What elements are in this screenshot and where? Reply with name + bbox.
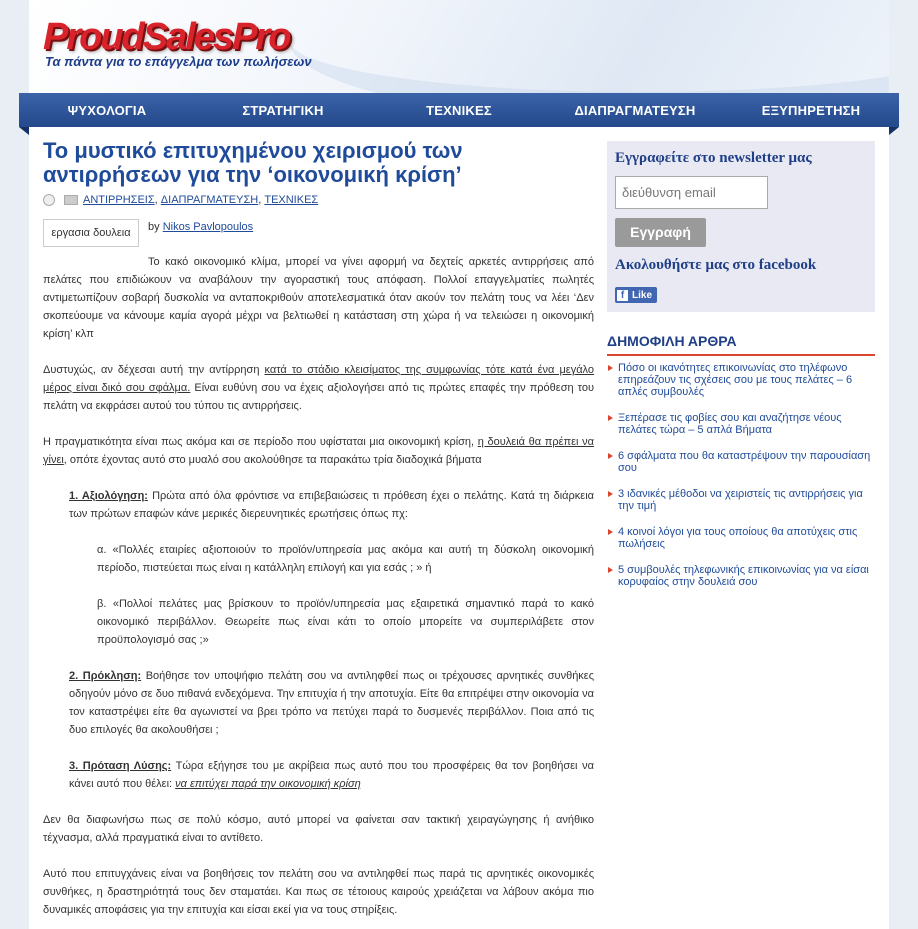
facebook-title: Ακολουθήστε μας στο facebook [615,257,817,273]
header-swoosh [289,0,889,93]
nav-item-psychology[interactable]: ΨΥΧΟΛΟΓΙΑ [19,103,195,118]
site-header: ProudSalesPro Τα πάντα για το επάγγελμα … [29,0,889,93]
paragraph-2: Δυστυχώς, αν δέχεσαι αυτή την αντίρρηση … [43,361,594,415]
popular-article-link[interactable]: 3 ιδανικές μέθοδοι να χειριστείς τις αντ… [607,488,875,512]
byline-prefix: by [148,221,160,233]
text: Βοήθησε τον υποψήφιο πελάτη σου να αντιλ… [69,670,595,736]
category-link-objections[interactable]: ΑΝΤΙΡΡΗΣΕΙΣ [83,194,155,206]
main-nav: ΨΥΧΟΛΟΓΙΑ ΣΤΡΑΤΗΓΙΚΗ ΤΕΧΝΙΚΕΣ ΔΙΑΠΡΑΓΜΑΤ… [19,93,899,135]
post-thumbnail: εργασια δουλεια [43,219,139,247]
author-link[interactable]: Nikos Pavlopoulos [163,221,254,233]
folder-icon [64,195,78,205]
step-challenge: 2. Πρόκληση: Βοήθησε τον υποψήφιο πελάτη… [69,667,594,739]
step-heading: 2. Πρόκληση: [69,670,142,682]
popular-article-link[interactable]: 4 κοινοί λόγοι για τους οποίους θα αποτύ… [607,526,875,550]
popular-article-link[interactable]: 5 συμβουλές τηλεφωνικής επικοινωνίας για… [607,564,875,588]
text: , οπότε έχοντας αυτό στο μυαλό σου ακολο… [63,454,482,466]
nav-fold-right [889,127,899,135]
category-link-negotiation[interactable]: ΔΙΑΠΡΑΓΜΑΤΕΥΣΗ [161,194,258,206]
paragraph-4: Δεν θα διαφωνήσω πως σε πολύ κόσμο, αυτό… [43,814,594,844]
post-title: Το μυστικό επιτυχημένου χειρισμού των αν… [43,138,463,187]
facebook-icon: f [617,289,628,301]
nav-fold-left [19,127,29,135]
step-heading: 3. Πρόταση Λύσης: [69,760,172,772]
text: Η πραγματικότητα είναι πως ακόμα και σε … [43,436,478,448]
facebook-like-button[interactable]: f Like [615,287,658,303]
newsletter-title: Εγγραφείτε στο newsletter μας [615,150,812,166]
popular-article-link[interactable]: Ξεπέρασε τις φοβίες σου και αναζήτησε νέ… [607,412,875,436]
text: Πρώτα από όλα φρόντισε να επιβεβαιώσεις … [69,490,594,520]
paragraph-5: Αυτό που επιτυγχάνεις είναι να βοηθήσεις… [43,868,594,916]
popular-articles-title: ΔΗΜΟΦΙΛΗ ΑΡΘΡΑ [607,333,875,356]
step-example-a: α. «Πολλές εταιρίες αξιοποιούν το προϊόν… [97,544,594,574]
step-heading: 1. Αξιολόγηση: [69,490,148,502]
site-tagline: Τα πάντα για το επάγγελμα των πωλήσεων [45,54,312,69]
underlined-text: να επιτύχει παρά την οικονομική κρίση [175,778,361,790]
popular-article-link[interactable]: 6 σφάλματα που θα καταστρέψουν την παρου… [607,450,875,474]
site-logo[interactable]: ProudSalesPro [43,18,291,56]
nav-item-techniques[interactable]: ΤΕΧΝΙΚΕΣ [371,103,547,118]
article-body: Το κακό οικονομικό κλίμα, μπορεί να γίνε… [43,253,594,929]
email-input[interactable] [615,176,768,209]
text: Δυστυχώς, αν δέχεσαι αυτή την αντίρρηση [43,364,265,376]
like-label: Like [632,289,653,301]
post-byline: by Nikos Pavlopoulos [148,221,253,233]
subscribe-button[interactable]: Εγγραφή [615,218,706,247]
clock-icon [43,194,55,206]
post-meta: ΑΝΤΙΡΡΗΣΕΙΣ, ΔΙΑΠΡΑΓΜΑΤΕΥΣΗ, ΤΕΧΝΙΚΕΣ [43,193,318,207]
popular-article-link[interactable]: Πόσο οι ικανότητες επικοινωνίας στο τηλέ… [607,362,875,398]
nav-item-service[interactable]: ΕΞΥΠΗΡΕΤΗΣΗ [723,103,899,118]
paragraph-intro: Το κακό οικονομικό κλίμα, μπορεί να γίνε… [43,256,594,340]
nav-item-strategy[interactable]: ΣΤΡΑΤΗΓΙΚΗ [195,103,371,118]
popular-articles-list: Πόσο οι ικανότητες επικοινωνίας στο τηλέ… [607,362,875,602]
step-example-b: β. «Πολλοί πελάτες μας βρίσκουν το προϊό… [97,598,594,646]
step-solution: 3. Πρόταση Λύσης: Τώρα εξήγησε του με ακ… [69,757,594,793]
paragraph-3: Η πραγματικότητα είναι πως ακόμα και σε … [43,433,594,469]
nav-item-negotiation[interactable]: ΔΙΑΠΡΑΓΜΑΤΕΥΣΗ [547,103,723,118]
step-evaluation: 1. Αξιολόγηση: Πρώτα από όλα φρόντισε να… [69,487,594,523]
category-link-techniques[interactable]: ΤΕΧΝΙΚΕΣ [264,194,318,206]
